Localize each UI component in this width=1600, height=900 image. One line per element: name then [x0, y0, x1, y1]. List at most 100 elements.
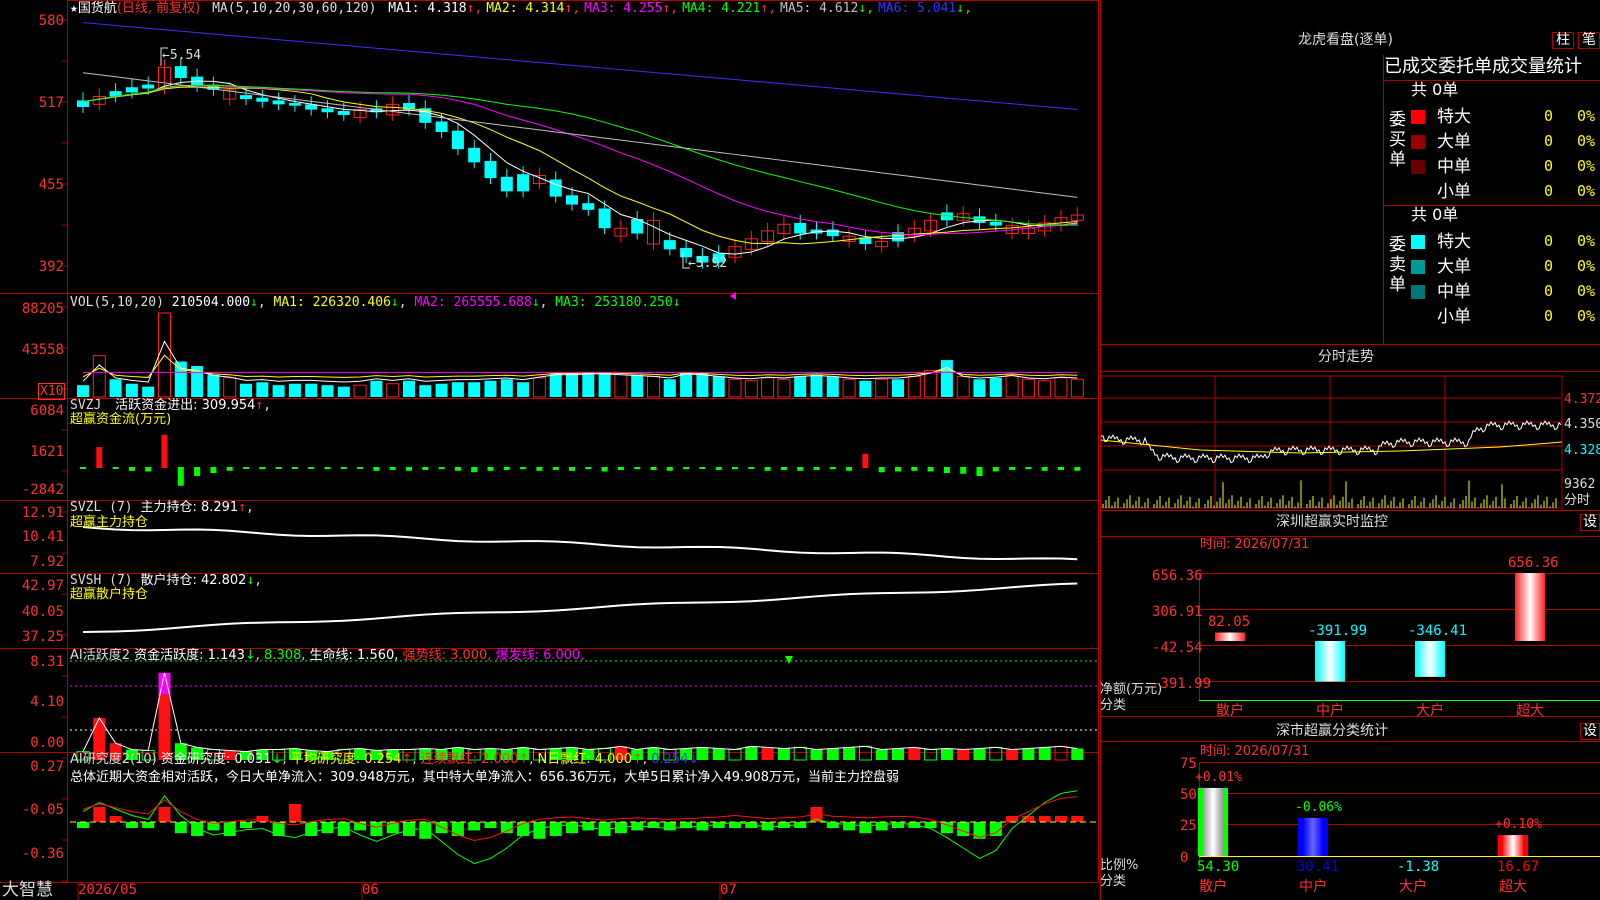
- ma4-line: [82, 84, 1078, 226]
- svzj-bar-down: [976, 467, 983, 476]
- svzj-bar-down: [1041, 467, 1048, 471]
- scmon-bar-pct: +0.10%: [1495, 817, 1542, 833]
- ai1-arrow: [785, 656, 793, 664]
- vol-bar-down: [174, 361, 187, 397]
- vol-bar-up: [1005, 374, 1019, 398]
- candle-body-down: [337, 110, 350, 115]
- svzj-bar-down: [503, 467, 510, 470]
- ai1-bar: [810, 749, 823, 760]
- scmon-time: 时间: 2026/07/31: [1200, 744, 1310, 759]
- svzl-dir: ↑: [238, 500, 247, 515]
- axis-tick-label: 0.00: [30, 735, 64, 751]
- vol-bar-up: [647, 375, 660, 398]
- svzj-bar-down: [813, 467, 820, 470]
- chart-mode: (日线, 前复权): [116, 1, 201, 16]
- fenshi-vol-unit: 分时: [1564, 493, 1591, 508]
- ai1-bar-outline: [858, 745, 872, 761]
- vol-bar-up: [614, 372, 628, 398]
- ai2-bar-down: [549, 822, 562, 836]
- axis-tick-label: 6084: [30, 403, 64, 419]
- candle-body-down: [288, 103, 301, 106]
- vol-unit: X10: [38, 383, 66, 400]
- vol-bar-up: [875, 378, 889, 398]
- vol-ma1: MA1: 226320.406: [273, 295, 391, 310]
- vol-bar-down: [484, 380, 497, 397]
- ai1-v2: 8.308: [264, 648, 302, 663]
- buy-row-label: 大单: [1437, 132, 1471, 152]
- vol-bar-up: [956, 375, 970, 398]
- vol-bar-up: [223, 377, 237, 398]
- ma-dir-6: ↓,: [956, 1, 972, 16]
- candle-body-down: [240, 95, 252, 100]
- szmon-cat-name: 散户: [1216, 703, 1244, 719]
- szmon-bar: [1215, 632, 1245, 641]
- vol-bar-down: [403, 380, 415, 397]
- szmon-axis-label: -42.54: [1152, 640, 1203, 656]
- candle-body-down: [435, 121, 448, 133]
- buy-row-label: 特大: [1437, 107, 1471, 127]
- fenshi-price-lo: 4.328: [1564, 443, 1600, 458]
- ma-value-6: MA6: 5.041: [877, 1, 957, 16]
- scmon-bar-label: 30.41: [1297, 859, 1340, 875]
- candle-body-down: [517, 174, 530, 192]
- scmon-bar-label: 16.67: [1497, 859, 1540, 875]
- szmon-axis-label: 306.91: [1152, 604, 1203, 620]
- sell-row-count: 0: [1544, 257, 1554, 275]
- ai1-bar: [843, 747, 856, 760]
- svzj-bar-down: [1009, 467, 1016, 470]
- dragon-btn-tick[interactable]: 笔: [1578, 32, 1600, 49]
- sell-side-label: 委卖单: [1389, 235, 1406, 295]
- ai2-bar-down: [223, 822, 236, 836]
- vol-bar-up: [842, 378, 856, 398]
- vol-bar-down: [435, 383, 448, 397]
- sell-swatch: [1411, 235, 1425, 249]
- ai1-bar: [745, 746, 758, 760]
- szmon-settings-button[interactable]: 设: [1580, 514, 1600, 531]
- axis-tick-label: 12.91: [21, 505, 64, 521]
- date-label-jun: 06: [362, 882, 379, 898]
- svzj-sub: 超赢资金流(万元): [70, 412, 172, 427]
- buy-total: 共 0单: [1411, 80, 1459, 99]
- dragon-btn-bar[interactable]: 柱: [1552, 32, 1574, 49]
- szmon-bar: [1315, 641, 1345, 682]
- axis-tick-label: 42.97: [21, 578, 64, 594]
- vol-ma3: MA3: 253180.250: [555, 295, 673, 310]
- vol-bar-down: [451, 382, 464, 397]
- ma-dir-1: ↑,: [466, 1, 483, 16]
- vol-title: VOL(5,10,20): [70, 295, 164, 310]
- ai2-bar-down: [419, 822, 432, 839]
- svzj-bar-down: [715, 467, 722, 470]
- svzj-bar-down: [927, 467, 934, 472]
- szmon-bar-label: 656.36: [1508, 555, 1559, 571]
- scmon-settings-button[interactable]: 设: [1580, 723, 1600, 740]
- svsh-desc: 散户持仓: 42.802: [140, 573, 247, 588]
- ai2-header: AI研究度2(10) 资金研究度: 0.031↓, 平均研究度: 0.254↑,…: [70, 752, 700, 767]
- ma6-line: [82, 22, 1078, 110]
- vol-bar-up: [92, 355, 106, 398]
- buy-row-label: 小单: [1437, 182, 1471, 202]
- sell-total: 共 0单: [1411, 205, 1459, 224]
- buy-swatch: [1411, 185, 1425, 199]
- candle-body-down: [125, 87, 138, 93]
- buy-row-pct: 0%: [1577, 107, 1596, 125]
- vol-bar-down: [663, 379, 676, 397]
- svzj-bar-down: [112, 467, 119, 469]
- ma-value-3: MA3: 4.255: [584, 1, 663, 16]
- ai2-bar-down: [859, 822, 872, 834]
- buy-row-pct: 0%: [1577, 157, 1596, 175]
- stock-name[interactable]: 国货航: [78, 1, 117, 16]
- svzj-bar-down: [569, 467, 575, 471]
- szmon-unit: 净额(万元): [1100, 682, 1163, 697]
- axis-tick-label: 517: [38, 95, 64, 111]
- candle-body-down: [256, 97, 269, 102]
- fenshi-price-line: [1100, 420, 1562, 464]
- candle-body-down: [794, 222, 807, 234]
- star-icon[interactable]: ★: [70, 1, 78, 16]
- vol-bar-up: [907, 375, 921, 398]
- vol-bar-down: [598, 371, 611, 397]
- brand-label[interactable]: 大智慧: [2, 880, 53, 900]
- ai2-avg: 平均研究度: 0.254: [290, 752, 402, 767]
- svzj-bar-down: [226, 467, 233, 471]
- ai2-bar-down: [484, 822, 497, 828]
- vol-bar-down: [207, 374, 220, 397]
